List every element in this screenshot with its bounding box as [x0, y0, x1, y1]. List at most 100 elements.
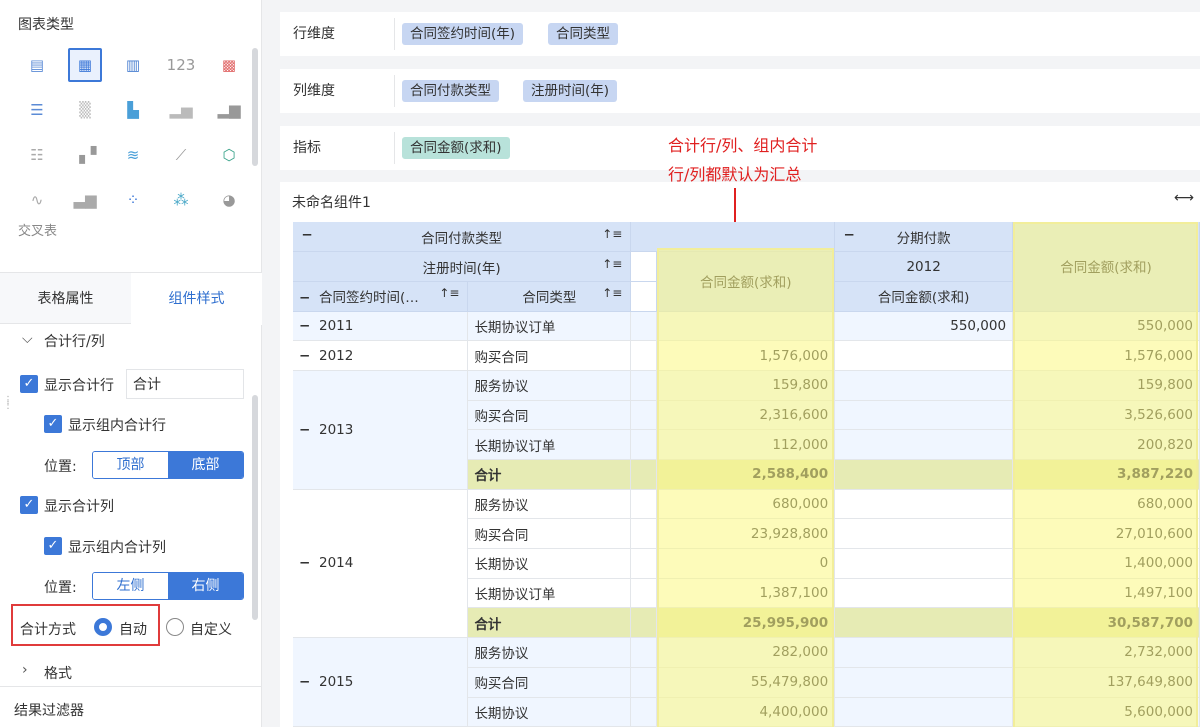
bar-icon[interactable]: ▂▅ — [164, 93, 198, 127]
cell-b — [834, 548, 1014, 579]
sort-icon[interactable]: ↑≡ — [602, 227, 622, 241]
heatmap-icon[interactable]: ▒ — [68, 93, 102, 127]
result-filter-title[interactable]: 结果过滤器 — [14, 700, 84, 720]
col-position-left[interactable]: 左侧 — [93, 573, 168, 599]
method-custom-radio[interactable] — [166, 618, 184, 636]
cell-a: 55,479,800 — [656, 667, 836, 698]
gantt-icon[interactable]: ☷ — [20, 138, 54, 172]
year-cell[interactable]: −2013 — [293, 370, 469, 490]
year-cell[interactable]: −2012 — [293, 340, 469, 371]
row-chip-contract-type[interactable]: 合同类型 — [548, 23, 618, 45]
header-amount-1[interactable]: 合同金额(求和) — [656, 251, 836, 312]
row-position-bottom[interactable]: 底部 — [168, 452, 243, 478]
sort-icon[interactable]: ↑≡ — [439, 286, 459, 300]
bullet-icon[interactable]: ☰ — [20, 93, 54, 127]
dot-icon[interactable]: ⁘ — [116, 183, 150, 217]
header-sign-time[interactable]: − 合同签约时间(… ↑≡ — [293, 281, 469, 312]
show-total-col-checkbox[interactable]: ✓ — [20, 496, 38, 514]
year-cell[interactable]: −2015 — [293, 637, 469, 727]
col-position-right[interactable]: 右侧 — [168, 573, 243, 599]
show-total-row-checkbox[interactable]: ✓ — [20, 375, 38, 393]
kpi-icon[interactable]: ▩ — [212, 48, 246, 82]
method-custom-label: 自定义 — [190, 622, 232, 638]
cell-a: 112,000 — [656, 429, 836, 460]
collapse-icon[interactable]: − — [299, 555, 311, 571]
cell-type: 服务协议 — [467, 370, 632, 401]
collapse-icon[interactable]: − — [299, 422, 311, 438]
annotation-line-2: 行/列都默认为汇总 — [668, 165, 802, 184]
detail-table-icon[interactable]: ▦ — [68, 48, 102, 82]
cell-spacer — [630, 518, 658, 550]
collapse-icon[interactable]: − — [299, 674, 311, 690]
header-reg-time[interactable]: 注册时间(年) ↑≡ — [293, 251, 632, 282]
chart-list-scrollbar[interactable] — [252, 48, 258, 166]
cell-c: 3,526,600 — [1012, 400, 1200, 431]
col-chip-reg-time[interactable]: 注册时间(年) — [523, 80, 618, 102]
line-icon[interactable]: ≋ — [116, 138, 150, 172]
expand-width-icon[interactable]: ⟷ — [1174, 190, 1194, 206]
cell-spacer — [630, 697, 658, 727]
chevron-down-icon[interactable]: ⌵ — [22, 331, 33, 347]
cell-a: 680,000 — [656, 489, 836, 520]
tab-table-properties[interactable]: 表格属性 — [0, 273, 131, 325]
tab-component-style[interactable]: 组件样式 — [131, 273, 262, 325]
cell-a: 1,576,000 — [656, 340, 836, 371]
header-amount-2[interactable]: 合同金额(求和) — [834, 281, 1014, 312]
cell-spacer — [630, 607, 658, 639]
cross-table-grid: − 合同付款类型 ↑≡ − 分期付款 合同金额(求和) 注册时间(年) ↑≡ 合同金额(… — [293, 222, 1200, 727]
settings-scrollbar[interactable] — [252, 395, 258, 620]
pie-icon[interactable]: ◕ — [212, 183, 246, 217]
measure-chip-amount[interactable]: 合同金额(求和) — [402, 137, 510, 159]
cell-a: 25,995,900 — [656, 607, 836, 639]
waterfall-icon[interactable]: ▃▆ — [68, 183, 102, 217]
cell-b — [834, 459, 1014, 490]
header-amount-total[interactable]: 合同金额(求和) — [1012, 222, 1200, 312]
cross-table: − 合同付款类型 ↑≡ − 分期付款 合同金额(求和) 注册时间(年) ↑≡ 合同金额(… — [293, 222, 1200, 727]
cell-type: 长期协议订单 — [467, 578, 632, 609]
grouped-table-icon[interactable]: ▥ — [116, 48, 150, 82]
cell-c: 1,497,100 — [1012, 578, 1200, 609]
bubble-icon[interactable]: ⁂ — [164, 183, 198, 217]
row-position-label: 位置: — [44, 459, 77, 475]
show-group-total-row-checkbox[interactable]: ✓ — [44, 415, 62, 433]
scatter-step-icon[interactable]: ▗▝ — [68, 138, 102, 172]
cell-spacer — [630, 578, 658, 609]
stacked-bar-icon[interactable]: ▙ — [116, 93, 150, 127]
col-chip-pay-type[interactable]: 合同付款类型 — [402, 80, 499, 102]
header-pay-type[interactable]: − 合同付款类型 ↑≡ — [293, 222, 632, 253]
column-icon[interactable]: ▂▆ — [212, 93, 246, 127]
sort-icon[interactable]: ↑≡ — [602, 286, 622, 300]
method-auto-radio[interactable] — [94, 618, 112, 636]
selected-chart-name: 交叉表 — [18, 224, 58, 239]
divider — [394, 132, 395, 164]
area-line-icon[interactable]: ⟋ — [164, 138, 198, 172]
show-group-total-col-checkbox[interactable]: ✓ — [44, 537, 62, 555]
number-icon[interactable]: 123 — [164, 48, 198, 82]
method-auto-label: 自动 — [119, 622, 147, 638]
cell-c: 159,800 — [1012, 370, 1200, 401]
header-2012[interactable]: 2012 — [834, 251, 1014, 282]
table-row: −2011 长期协议订单 550,000 550,000 — [293, 311, 1200, 342]
property-tabs: 表格属性 组件样式 — [0, 272, 262, 325]
show-group-total-col-label: 显示组内合计列 — [68, 540, 166, 556]
year-cell[interactable]: −2011 — [293, 311, 469, 342]
total-row-name-input[interactable] — [126, 369, 244, 399]
cell-b — [834, 578, 1014, 609]
radar-icon[interactable]: ⬡ — [212, 138, 246, 172]
row-position-top[interactable]: 顶部 — [93, 452, 168, 478]
sort-icon[interactable]: ↑≡ — [602, 257, 622, 271]
section-format-title[interactable]: 格式 — [44, 663, 72, 683]
measure-label: 指标 — [293, 140, 321, 156]
drag-handle-icon[interactable]: ⋮ ⋮ — [3, 396, 13, 411]
chevron-right-icon[interactable]: › — [22, 662, 28, 678]
cell-type: 购买合同 — [467, 340, 632, 371]
table-icon[interactable]: ▤ — [20, 48, 54, 82]
header-contract-type[interactable]: 合同类型 ↑≡ — [467, 281, 632, 312]
year-cell[interactable]: −2014 — [293, 489, 469, 639]
header-installment[interactable]: − 分期付款 — [834, 222, 1014, 253]
collapse-icon[interactable]: − — [299, 348, 311, 364]
row-chip-sign-time[interactable]: 合同签约时间(年) — [402, 23, 524, 45]
collapse-icon[interactable]: − — [299, 318, 311, 334]
area-icon[interactable]: ∿ — [20, 183, 54, 217]
section-total-title[interactable]: 合计行/列 — [44, 331, 105, 351]
